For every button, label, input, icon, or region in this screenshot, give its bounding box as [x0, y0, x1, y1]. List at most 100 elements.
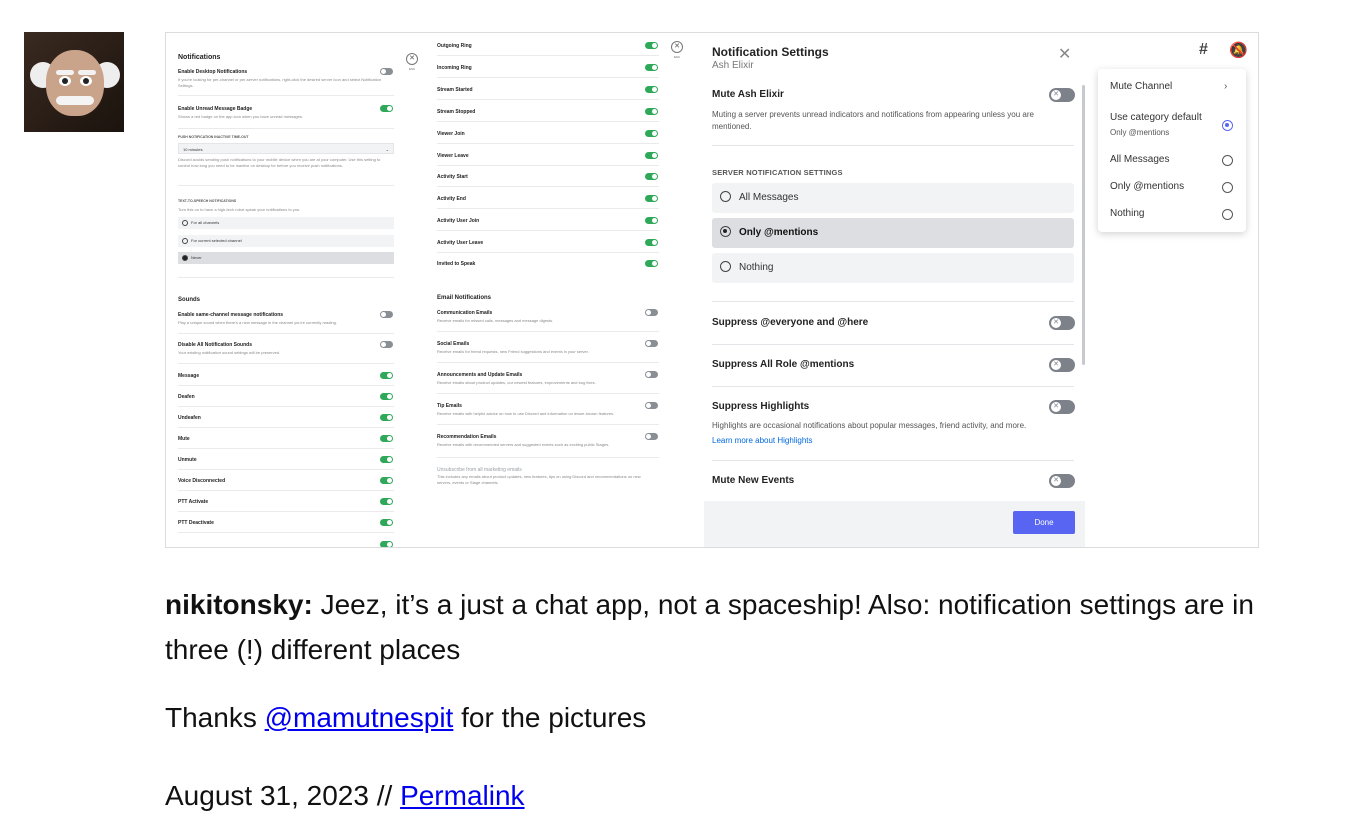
option-all-messages[interactable]: All Messages [712, 183, 1074, 213]
sound-label: Invited to Speak [437, 261, 476, 267]
sound-toggle[interactable] [645, 152, 658, 159]
bell-muted-icon[interactable]: 🔕 [1229, 41, 1248, 59]
email-description: Receive emails with recommended servers … [437, 442, 610, 447]
unsubscribe-link[interactable]: Unsubscribe from all marketing emails [437, 467, 522, 473]
highlights-link[interactable]: Learn more about Highlights [712, 436, 813, 445]
setting-label: Enable Unread Message Badge [178, 106, 253, 112]
mute-server-toggle[interactable] [1049, 88, 1075, 102]
mute-server-description: Muting a server prevents unread indicato… [712, 110, 1034, 131]
sound-label: Activity User Join [437, 218, 480, 224]
post-author: nikitonsky: [165, 589, 313, 620]
author-avatar [24, 32, 124, 132]
tts-option-selected[interactable]: Never [178, 252, 394, 264]
thanks-user-link[interactable]: @mamutnespit [265, 702, 454, 733]
sound-label: PTT Deactivate [178, 520, 214, 526]
email-toggle[interactable] [645, 309, 658, 316]
suppress-roles-toggle[interactable] [1049, 358, 1075, 372]
sound-toggle[interactable] [645, 195, 658, 202]
sound-description: Your existing notification sound setting… [178, 350, 281, 355]
category-default-radio[interactable] [1222, 120, 1233, 131]
mute-channel-item[interactable]: Mute Channel [1110, 81, 1172, 92]
close-icon[interactable]: ✕ [1058, 47, 1071, 63]
thanks-line: Thanks @mamutnespit for the pictures [165, 702, 646, 734]
push-timeout-value: 10 minutes [183, 147, 203, 152]
sound-toggle[interactable] [380, 372, 393, 379]
email-toggle[interactable] [645, 340, 658, 347]
sound-toggle[interactable] [645, 173, 658, 180]
sound-toggle[interactable] [645, 108, 658, 115]
suppress-everyone-toggle[interactable] [1049, 316, 1075, 330]
email-toggle[interactable] [645, 433, 658, 440]
sound-toggle[interactable] [380, 311, 393, 318]
nothing-item[interactable]: Nothing [1110, 208, 1144, 219]
sound-toggle[interactable] [380, 435, 393, 442]
email-toggle[interactable] [645, 371, 658, 378]
sound-label: Undeafen [178, 415, 201, 421]
category-default-item[interactable]: Use category default [1110, 112, 1202, 123]
unread-badge-toggle[interactable] [380, 105, 393, 112]
sound-toggle[interactable] [380, 477, 393, 484]
close-icon[interactable]: ✕ [406, 53, 418, 65]
sound-toggle[interactable] [645, 42, 658, 49]
sound-toggle[interactable] [645, 260, 658, 267]
tts-option[interactable]: For current selected channel [178, 235, 394, 247]
only-mentions-item[interactable]: Only @mentions [1110, 181, 1184, 192]
email-description: Receive emails about product updates, ou… [437, 380, 596, 385]
setting-label: Enable Desktop Notifications [178, 69, 248, 75]
email-label: Tip Emails [437, 403, 462, 409]
option-nothing[interactable]: Nothing [712, 253, 1074, 283]
email-description: Receive emails with helpful advice on ho… [437, 411, 615, 416]
threads-icon[interactable]: # [1199, 41, 1208, 59]
sound-toggle[interactable] [380, 519, 393, 526]
sound-toggle[interactable] [380, 341, 393, 348]
email-label: Social Emails [437, 341, 470, 347]
setting-description: If you're looking for per-channel or per… [178, 77, 382, 88]
sound-toggle[interactable] [380, 456, 393, 463]
email-toggle[interactable] [645, 402, 658, 409]
notifications-panel: Notifications Enable Desktop Notificatio… [166, 33, 406, 547]
thanks-suffix: for the pictures [453, 702, 647, 733]
close-icon[interactable]: ✕ [671, 41, 683, 53]
all-messages-item[interactable]: All Messages [1110, 154, 1169, 165]
notifications-heading: Notifications [178, 54, 221, 61]
unsubscribe-description: This includes any emails about product u… [437, 474, 641, 485]
push-timeout-select[interactable]: 10 minutes ⌄ [178, 143, 394, 154]
server-notification-caption: SERVER NOTIFICATION SETTINGS [712, 168, 843, 177]
desktop-notifications-toggle[interactable] [380, 68, 393, 75]
sound-label: PTT Activate [178, 499, 209, 505]
sound-label: Stream Started [437, 87, 473, 93]
sound-label: Deafen [178, 394, 195, 400]
nothing-radio[interactable] [1222, 209, 1233, 220]
sound-label: Voice Disconnected [178, 478, 226, 484]
post-body: Jeez, it’s a just a chat app, not a spac… [165, 589, 1254, 665]
category-default-sub: Only @mentions [1110, 128, 1170, 137]
push-description: Discord avoids sending push notification… [178, 157, 381, 168]
sounds-email-panel: Outgoing Ring Incoming Ring Stream Start… [428, 33, 698, 547]
sound-toggle[interactable] [380, 498, 393, 505]
tts-option[interactable]: For all channels [178, 217, 394, 229]
sound-toggle[interactable] [380, 414, 393, 421]
done-button[interactable]: Done [1013, 511, 1075, 534]
sound-toggle[interactable] [645, 217, 658, 224]
sound-toggle[interactable] [380, 541, 393, 547]
sound-label: Viewer Join [437, 131, 465, 137]
sound-toggle[interactable] [645, 64, 658, 71]
thanks-prefix: Thanks [165, 702, 265, 733]
mute-events-toggle[interactable] [1049, 474, 1075, 488]
sound-toggle[interactable] [380, 393, 393, 400]
setting-description: Shows a red badge on the app icon when y… [178, 114, 303, 119]
modal-subtitle: Ash Elixir [712, 60, 754, 71]
esc-label: ESC [674, 55, 681, 59]
sound-description: Play a unique sound when there's a new m… [178, 320, 337, 325]
only-mentions-radio[interactable] [1222, 182, 1233, 193]
suppress-highlights-toggle[interactable] [1049, 400, 1075, 414]
sound-label: Mute [178, 436, 190, 442]
sound-toggle[interactable] [645, 239, 658, 246]
option-label: Nothing [739, 262, 774, 273]
permalink[interactable]: Permalink [400, 780, 524, 811]
suppress-highlights-label: Suppress Highlights [712, 401, 810, 412]
sound-toggle[interactable] [645, 86, 658, 93]
sound-toggle[interactable] [645, 130, 658, 137]
option-only-mentions[interactable]: Only @mentions [712, 218, 1074, 248]
all-messages-radio[interactable] [1222, 155, 1233, 166]
